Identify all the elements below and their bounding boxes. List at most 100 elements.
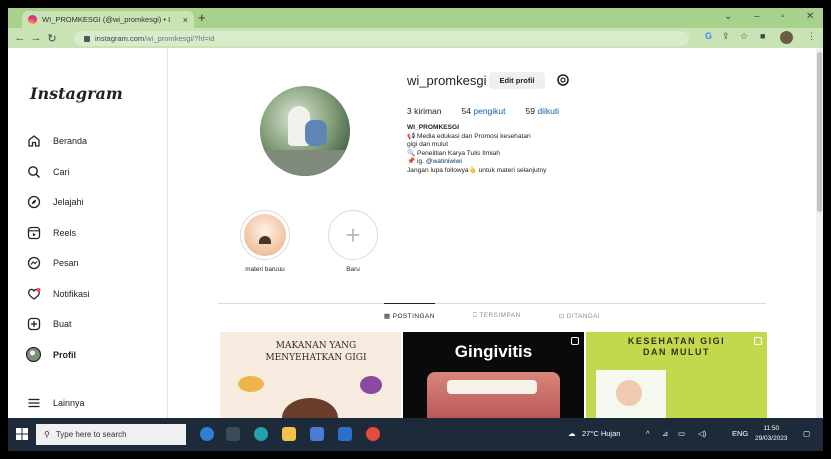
avatar-photo-child <box>305 120 327 146</box>
clock-date: 29/03/2023 <box>755 435 788 442</box>
tab-label: TERSIMPAN <box>479 312 521 319</box>
sidebar-item-reels[interactable]: Reels <box>26 225 76 240</box>
sidebar-item-cari[interactable]: Cari <box>26 164 70 179</box>
browser-tab[interactable]: WI_PROMKESGI (@wi_promkesgi) • I × <box>22 11 194 28</box>
address-bar[interactable]: instagram.com/wi_promkesgi/?hl=id <box>74 31 689 46</box>
sidebar-item-label: Beranda <box>53 135 88 146</box>
tab-title: WI_PROMKESGI (@wi_promkesgi) • I <box>42 15 171 24</box>
battery-icon[interactable]: ▭ <box>678 429 685 438</box>
close-window-button[interactable]: ✕ <box>806 11 814 22</box>
profile-tabs: ▦ POSTINGAN ⎕ TERSIMPAN ⊡ DITANDAI <box>218 303 766 326</box>
sidebar-item-label: Notifikasi <box>53 288 90 299</box>
carousel-icon <box>571 337 579 345</box>
sidebar-item-notifikasi[interactable]: Notifikasi <box>26 286 90 301</box>
sidebar-item-jelajahi[interactable]: Jelajahi <box>26 194 84 209</box>
sidebar-item-profil[interactable]: Profil <box>26 347 76 362</box>
tab-search-icon[interactable]: ⌄ <box>724 11 732 22</box>
tab-tersimpan[interactable]: ⎕ TERSIMPAN <box>473 304 521 326</box>
bio-line: 📢 Media edukasi dan Promosi kesehatan <box>407 132 531 140</box>
post-thumbnail[interactable]: KESEHATAN GIGI DAN MULUT <box>586 332 767 418</box>
task-view-icon[interactable] <box>226 427 240 441</box>
store-icon[interactable] <box>310 427 324 441</box>
post-thumbnail[interactable]: MAKANAN YANG MENYEHATKAN GIGI <box>220 332 401 418</box>
tab-label: DITANDAI <box>566 313 601 320</box>
followers-link[interactable]: 54 pengikut <box>462 106 506 116</box>
network-icon[interactable]: ⊿ <box>662 429 668 438</box>
weather-text[interactable]: 27°C Hujan <box>582 429 620 438</box>
reload-icon[interactable]: ↻ <box>44 32 60 45</box>
tab-postingan[interactable]: ▦ POSTINGAN <box>383 303 435 326</box>
tray-chevron-icon[interactable]: ^ <box>646 429 650 438</box>
mouth-photo <box>427 372 560 418</box>
heart-icon <box>26 286 41 301</box>
fruit-illustration <box>360 376 382 394</box>
instagram-page: Instagram Beranda Cari Jelajahi Reels Pe… <box>8 48 823 418</box>
new-tab-button[interactable]: + <box>198 10 206 25</box>
minimize-button[interactable]: – <box>754 11 760 22</box>
sidebar-item-lainnya[interactable]: Lainnya <box>26 395 85 410</box>
edit-profile-button[interactable]: Edit profil <box>489 72 545 89</box>
windows-taskbar: ⚲ Type here to search ☁ 27°C Hujan ^ ⊿ ▭… <box>8 418 823 451</box>
reels-icon <box>26 225 41 240</box>
edge-icon[interactable] <box>254 427 268 441</box>
sidebar-item-label: Lainnya <box>53 397 85 408</box>
bio-line: Jangan lupa followya👆 untuk materi selan… <box>407 166 547 174</box>
carousel-icon <box>754 337 762 345</box>
back-arrow-icon[interactable]: ← <box>12 32 28 44</box>
grid-icon: ▦ <box>383 313 393 320</box>
share-icon[interactable]: ⇪ <box>722 31 730 42</box>
highlight-new[interactable]: + Baru <box>318 210 388 273</box>
taskbar-clock[interactable]: 11:50 29/03/2023 <box>755 424 788 444</box>
lock-icon <box>84 35 90 42</box>
notification-icon[interactable]: ▢ <box>803 429 810 438</box>
browser-profile-avatar[interactable] <box>780 31 793 44</box>
bio-tag-link[interactable]: @watiniwiwi <box>426 158 462 165</box>
sidebar-item-pesan[interactable]: Pesan <box>26 255 79 270</box>
highlight-face <box>259 236 271 244</box>
page-scrollbar[interactable] <box>816 48 823 418</box>
google-icon[interactable]: G <box>705 31 712 41</box>
windows-start-icon[interactable] <box>16 428 28 440</box>
scrollbar-thumb[interactable] <box>817 52 822 212</box>
tab-close-button[interactable]: × <box>183 15 188 25</box>
settings-gear-icon[interactable] <box>556 73 570 87</box>
post-thumbnail[interactable]: Gingivitis <box>403 332 584 418</box>
sidepanel-icon[interactable]: ■ <box>760 31 765 41</box>
sidebar: Instagram Beranda Cari Jelajahi Reels Pe… <box>8 48 168 418</box>
followers-num: 54 <box>461 106 471 116</box>
highlight-label: materi baruuu <box>245 266 285 273</box>
post-title-line: KESEHATAN GIGI <box>627 336 726 346</box>
tab-ditandai[interactable]: ⊡ DITANDAI <box>559 304 601 326</box>
menu-icon <box>26 395 41 410</box>
sidebar-item-label: Profil <box>53 349 77 360</box>
bookmark-star-icon[interactable]: ☆ <box>740 31 748 42</box>
profile-avatar[interactable] <box>260 86 350 176</box>
bing-icon[interactable] <box>200 427 214 441</box>
taskbar-search-box[interactable]: ⚲ Type here to search <box>36 424 186 445</box>
file-explorer-icon[interactable] <box>282 427 296 441</box>
instagram-logo[interactable]: Instagram <box>30 84 123 103</box>
bio-name: WI_PROMKESGI <box>407 124 460 131</box>
sidebar-item-beranda[interactable]: Beranda <box>26 133 87 148</box>
mail-icon[interactable] <box>338 427 352 441</box>
clock-time: 11:50 <box>763 425 780 432</box>
posts-num: 3 <box>407 106 412 116</box>
post-title-line: MAKANAN YANG <box>275 341 357 351</box>
sidebar-item-label: Cari <box>53 166 70 177</box>
following-link[interactable]: 59 diikuti <box>526 106 560 116</box>
volume-icon[interactable]: ◁) <box>698 429 706 438</box>
forward-arrow-icon[interactable]: → <box>28 32 44 44</box>
weather-icon[interactable]: ☁ <box>568 429 576 438</box>
highlight-materi[interactable]: materi baruuu <box>230 210 300 273</box>
avatar-icon <box>26 347 41 362</box>
sidebar-item-buat[interactable]: Buat <box>26 316 72 331</box>
search-icon: ⚲ <box>44 430 50 439</box>
url-host: instagram.com <box>95 34 145 43</box>
home-icon <box>26 133 41 148</box>
teeth-photo <box>447 380 537 394</box>
plus-square-icon <box>26 316 41 331</box>
chrome-icon[interactable] <box>366 427 380 441</box>
restore-button[interactable]: ▫ <box>781 11 785 22</box>
browser-menu-icon[interactable]: ⋮ <box>807 31 816 42</box>
language-indicator[interactable]: ENG <box>732 429 748 438</box>
